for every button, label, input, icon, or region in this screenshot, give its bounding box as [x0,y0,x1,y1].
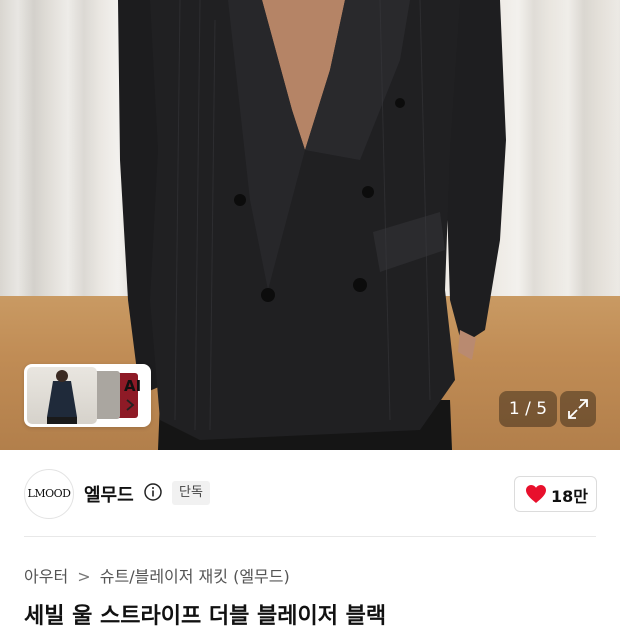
brand-logo[interactable]: LMOOD [24,469,74,519]
chevron-right-icon [125,398,135,416]
exclusive-badge: 단독 [172,481,210,505]
expand-button[interactable] [560,391,596,427]
ai-thumbnail-1 [27,367,97,424]
expand-icon [568,399,588,419]
breadcrumb: 아우터 > 슈트/블레이저 재킷 (엘무드) [24,563,290,587]
ai-style-card[interactable]: AI [24,364,151,427]
like-button[interactable]: 18만 [514,476,597,512]
image-counter: 1 / 5 [499,391,557,427]
breadcrumb-item-category[interactable]: 아우터 [24,567,68,586]
product-image[interactable]: AI 1 / 5 [0,0,620,450]
heart-icon [526,485,546,503]
info-icon[interactable] [144,483,162,501]
divider [24,536,596,537]
breadcrumb-item-subcategory[interactable]: 슈트/블레이저 재킷 (엘무드) [100,567,290,586]
chevron-right-icon: > [77,567,91,586]
product-title: 세빌 울 스트라이프 더블 블레이저 블랙 [24,604,387,629]
ai-label: AI [124,377,142,395]
brand-name[interactable]: 엘무드 [84,481,134,507]
like-count: 18만 [551,487,588,506]
